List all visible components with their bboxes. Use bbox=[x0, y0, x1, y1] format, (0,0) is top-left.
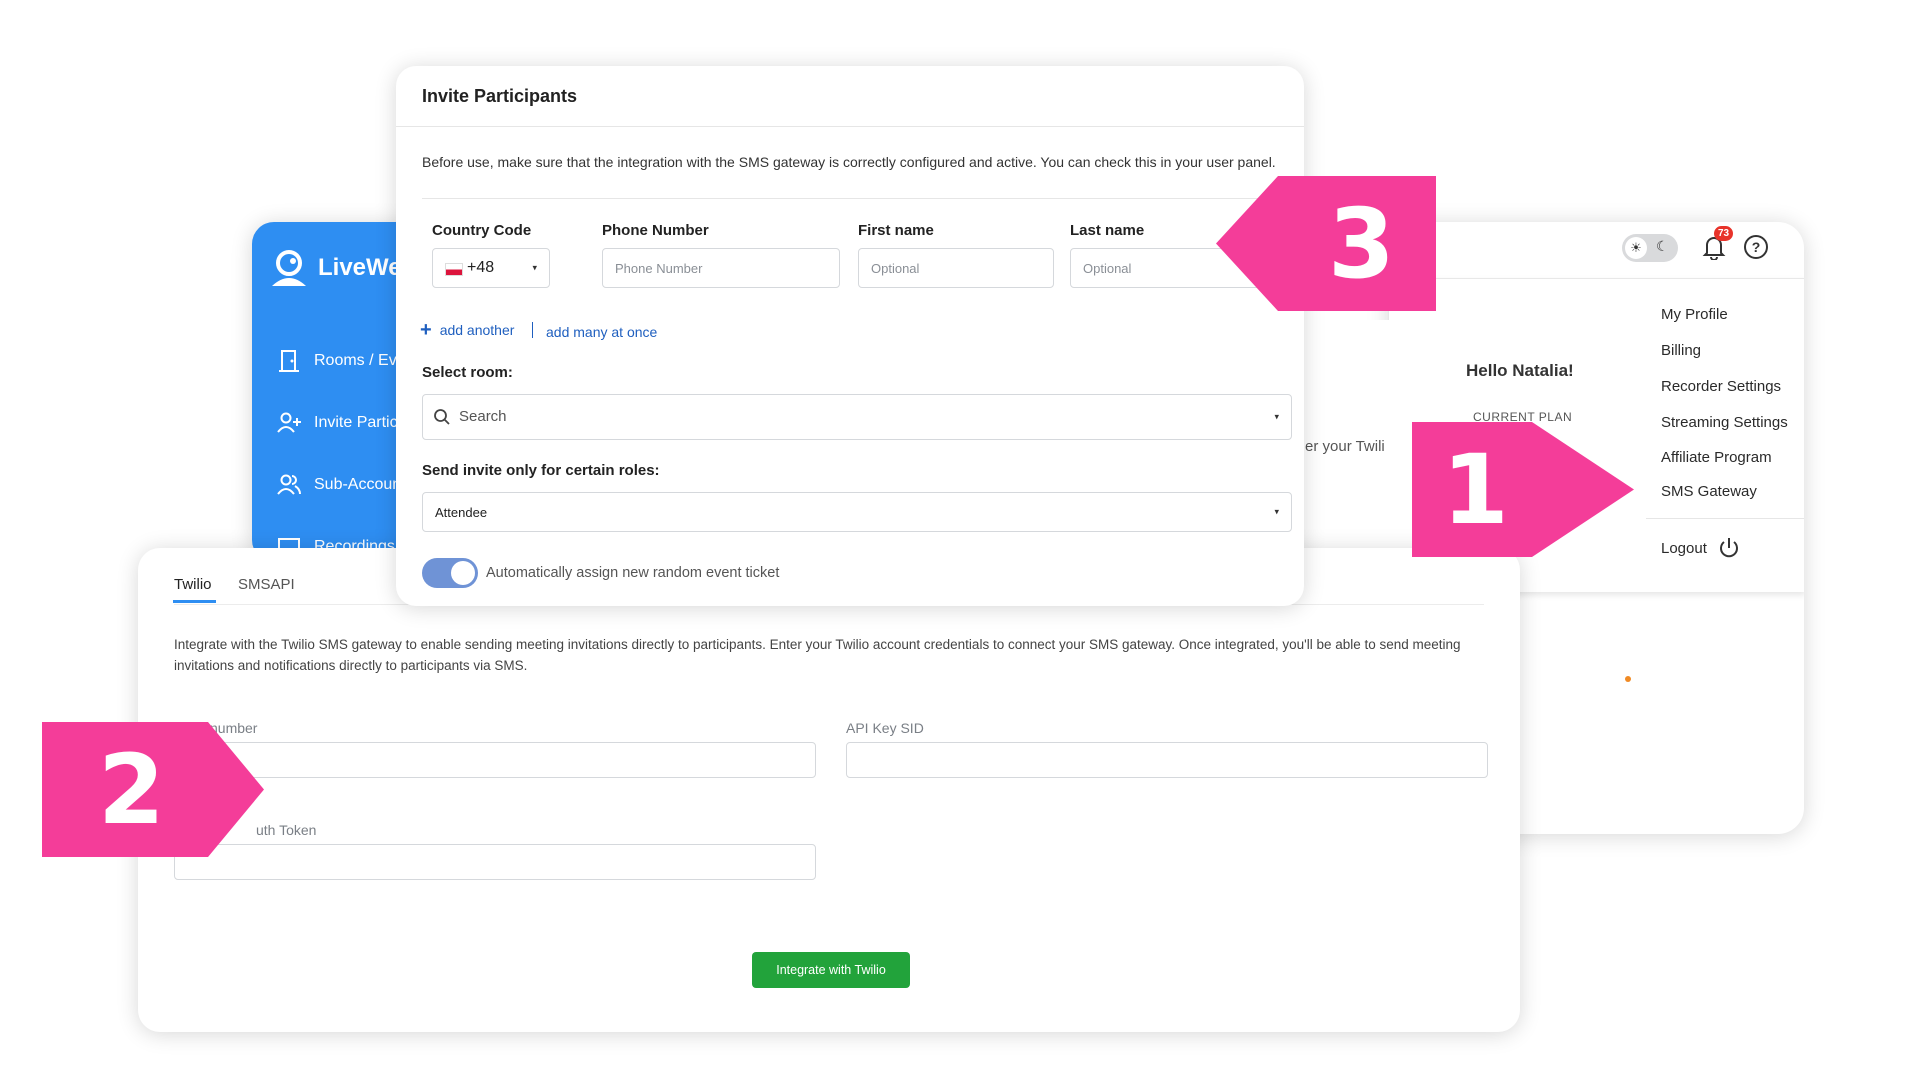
dialog-title: Invite Participants bbox=[422, 86, 578, 106]
sun-icon: ☀ bbox=[1625, 237, 1647, 259]
chevron-down-icon: ▾ bbox=[1274, 411, 1279, 422]
menu-divider bbox=[1646, 518, 1804, 519]
first-name-input[interactable] bbox=[858, 248, 1054, 288]
logout-label: Logout bbox=[1661, 539, 1707, 557]
power-icon bbox=[1719, 538, 1738, 558]
brand-logo[interactable]: LiveWe bbox=[268, 248, 402, 288]
add-many-link[interactable]: add many at once bbox=[546, 324, 657, 340]
chevron-down-icon: ▾ bbox=[1274, 506, 1279, 517]
auth-token-label: uth Token bbox=[256, 822, 317, 838]
step-badge-number: 2 bbox=[98, 733, 165, 846]
sidebar-item-label: Invite Partic bbox=[314, 414, 398, 431]
chevron-down-icon: ▾ bbox=[532, 262, 537, 273]
first-name-label: First name bbox=[858, 222, 934, 239]
sms-gateway-panel: Twilio SMSAPI Integrate with the Twilio … bbox=[138, 548, 1520, 1032]
random-ticket-toggle[interactable] bbox=[422, 558, 478, 588]
menu-item-recorder-settings[interactable]: Recorder Settings bbox=[1661, 378, 1781, 395]
loading-dot bbox=[1625, 676, 1631, 682]
link-separator bbox=[532, 322, 533, 338]
auth-token-input[interactable] bbox=[174, 844, 816, 880]
country-code-select[interactable]: +48 ▾ bbox=[432, 248, 550, 288]
random-ticket-label: Automatically assign new random event ti… bbox=[486, 565, 780, 581]
poland-flag-icon bbox=[445, 263, 463, 276]
greeting: Hello Natalia! bbox=[1466, 361, 1574, 380]
active-tab-indicator bbox=[173, 600, 216, 603]
country-code-value: +48 bbox=[467, 259, 495, 276]
sms-notice: Before use, make sure that the integrati… bbox=[422, 154, 1276, 170]
background-card-text: er your Twili bbox=[1305, 438, 1385, 455]
tab-twilio[interactable]: Twilio bbox=[174, 576, 212, 593]
invite-participants-dialog: Invite Participants Before use, make sur… bbox=[396, 66, 1304, 606]
logo-icon bbox=[272, 250, 306, 286]
sidebar-item-invite[interactable]: Invite Partic bbox=[276, 410, 398, 436]
step-badge-number: 3 bbox=[1328, 187, 1395, 300]
phone-number-input[interactable] bbox=[602, 248, 840, 288]
help-icon[interactable]: ? bbox=[1744, 235, 1768, 259]
room-search-select[interactable]: Search ▾ bbox=[422, 394, 1292, 440]
menu-item-billing[interactable]: Billing bbox=[1661, 342, 1701, 359]
door-icon bbox=[279, 350, 299, 372]
api-key-sid-label: API Key SID bbox=[846, 720, 924, 736]
add-user-icon bbox=[277, 412, 301, 433]
logout-button[interactable]: Logout bbox=[1661, 536, 1741, 560]
add-another-link[interactable]: + add another bbox=[420, 319, 515, 341]
users-icon bbox=[277, 474, 301, 495]
profile-header-bar bbox=[1388, 222, 1804, 279]
menu-item-my-profile[interactable]: My Profile bbox=[1661, 306, 1728, 323]
plus-icon: + bbox=[420, 319, 432, 341]
add-another-label: add another bbox=[439, 322, 515, 338]
search-icon bbox=[434, 409, 450, 425]
select-room-label: Select room: bbox=[422, 364, 513, 381]
moon-icon: ☾ bbox=[1656, 238, 1669, 254]
notification-badge: 73 bbox=[1714, 226, 1734, 241]
twilio-description: Integrate with the Twilio SMS gateway to… bbox=[174, 637, 1461, 673]
notifications-button[interactable]: 73 bbox=[1702, 226, 1734, 264]
sidebar-item-rooms[interactable]: Rooms / Ev bbox=[276, 348, 397, 374]
step-badge-number: 1 bbox=[1442, 433, 1509, 546]
menu-item-sms-gateway[interactable]: SMS Gateway bbox=[1661, 483, 1757, 500]
toggle-knob bbox=[451, 561, 475, 585]
sidebar-item-label: Sub-Accoun bbox=[314, 476, 402, 493]
roles-label: Send invite only for certain roles: bbox=[422, 462, 660, 479]
twilio-phone-input[interactable] bbox=[174, 742, 816, 778]
background-card: er your Twili bbox=[1300, 320, 1389, 552]
phone-number-label: Phone Number bbox=[602, 222, 709, 239]
api-key-sid-input[interactable] bbox=[846, 742, 1488, 778]
menu-item-streaming-settings[interactable]: Streaming Settings bbox=[1661, 414, 1788, 431]
notice-divider bbox=[422, 198, 1282, 199]
room-search-placeholder: Search bbox=[459, 408, 507, 425]
dialog-title-divider bbox=[396, 126, 1304, 127]
integrate-twilio-button[interactable]: Integrate with Twilio bbox=[752, 952, 910, 988]
sidebar-item-label: Rooms / Ev bbox=[314, 352, 397, 369]
brand-name: LiveWe bbox=[318, 254, 402, 281]
sidebar-item-subaccounts[interactable]: Sub-Accoun bbox=[276, 472, 401, 498]
theme-toggle[interactable]: ☀ ☾ bbox=[1622, 234, 1678, 262]
menu-item-affiliate-program[interactable]: Affiliate Program bbox=[1661, 449, 1772, 466]
current-plan-label: CURRENT PLAN bbox=[1473, 410, 1573, 424]
roles-select[interactable]: Attendee ▾ bbox=[422, 492, 1292, 532]
last-name-label: Last name bbox=[1070, 222, 1145, 239]
roles-selected-value: Attendee bbox=[435, 505, 488, 520]
country-code-label: Country Code bbox=[432, 222, 532, 239]
tab-smsapi[interactable]: SMSAPI bbox=[238, 576, 295, 593]
